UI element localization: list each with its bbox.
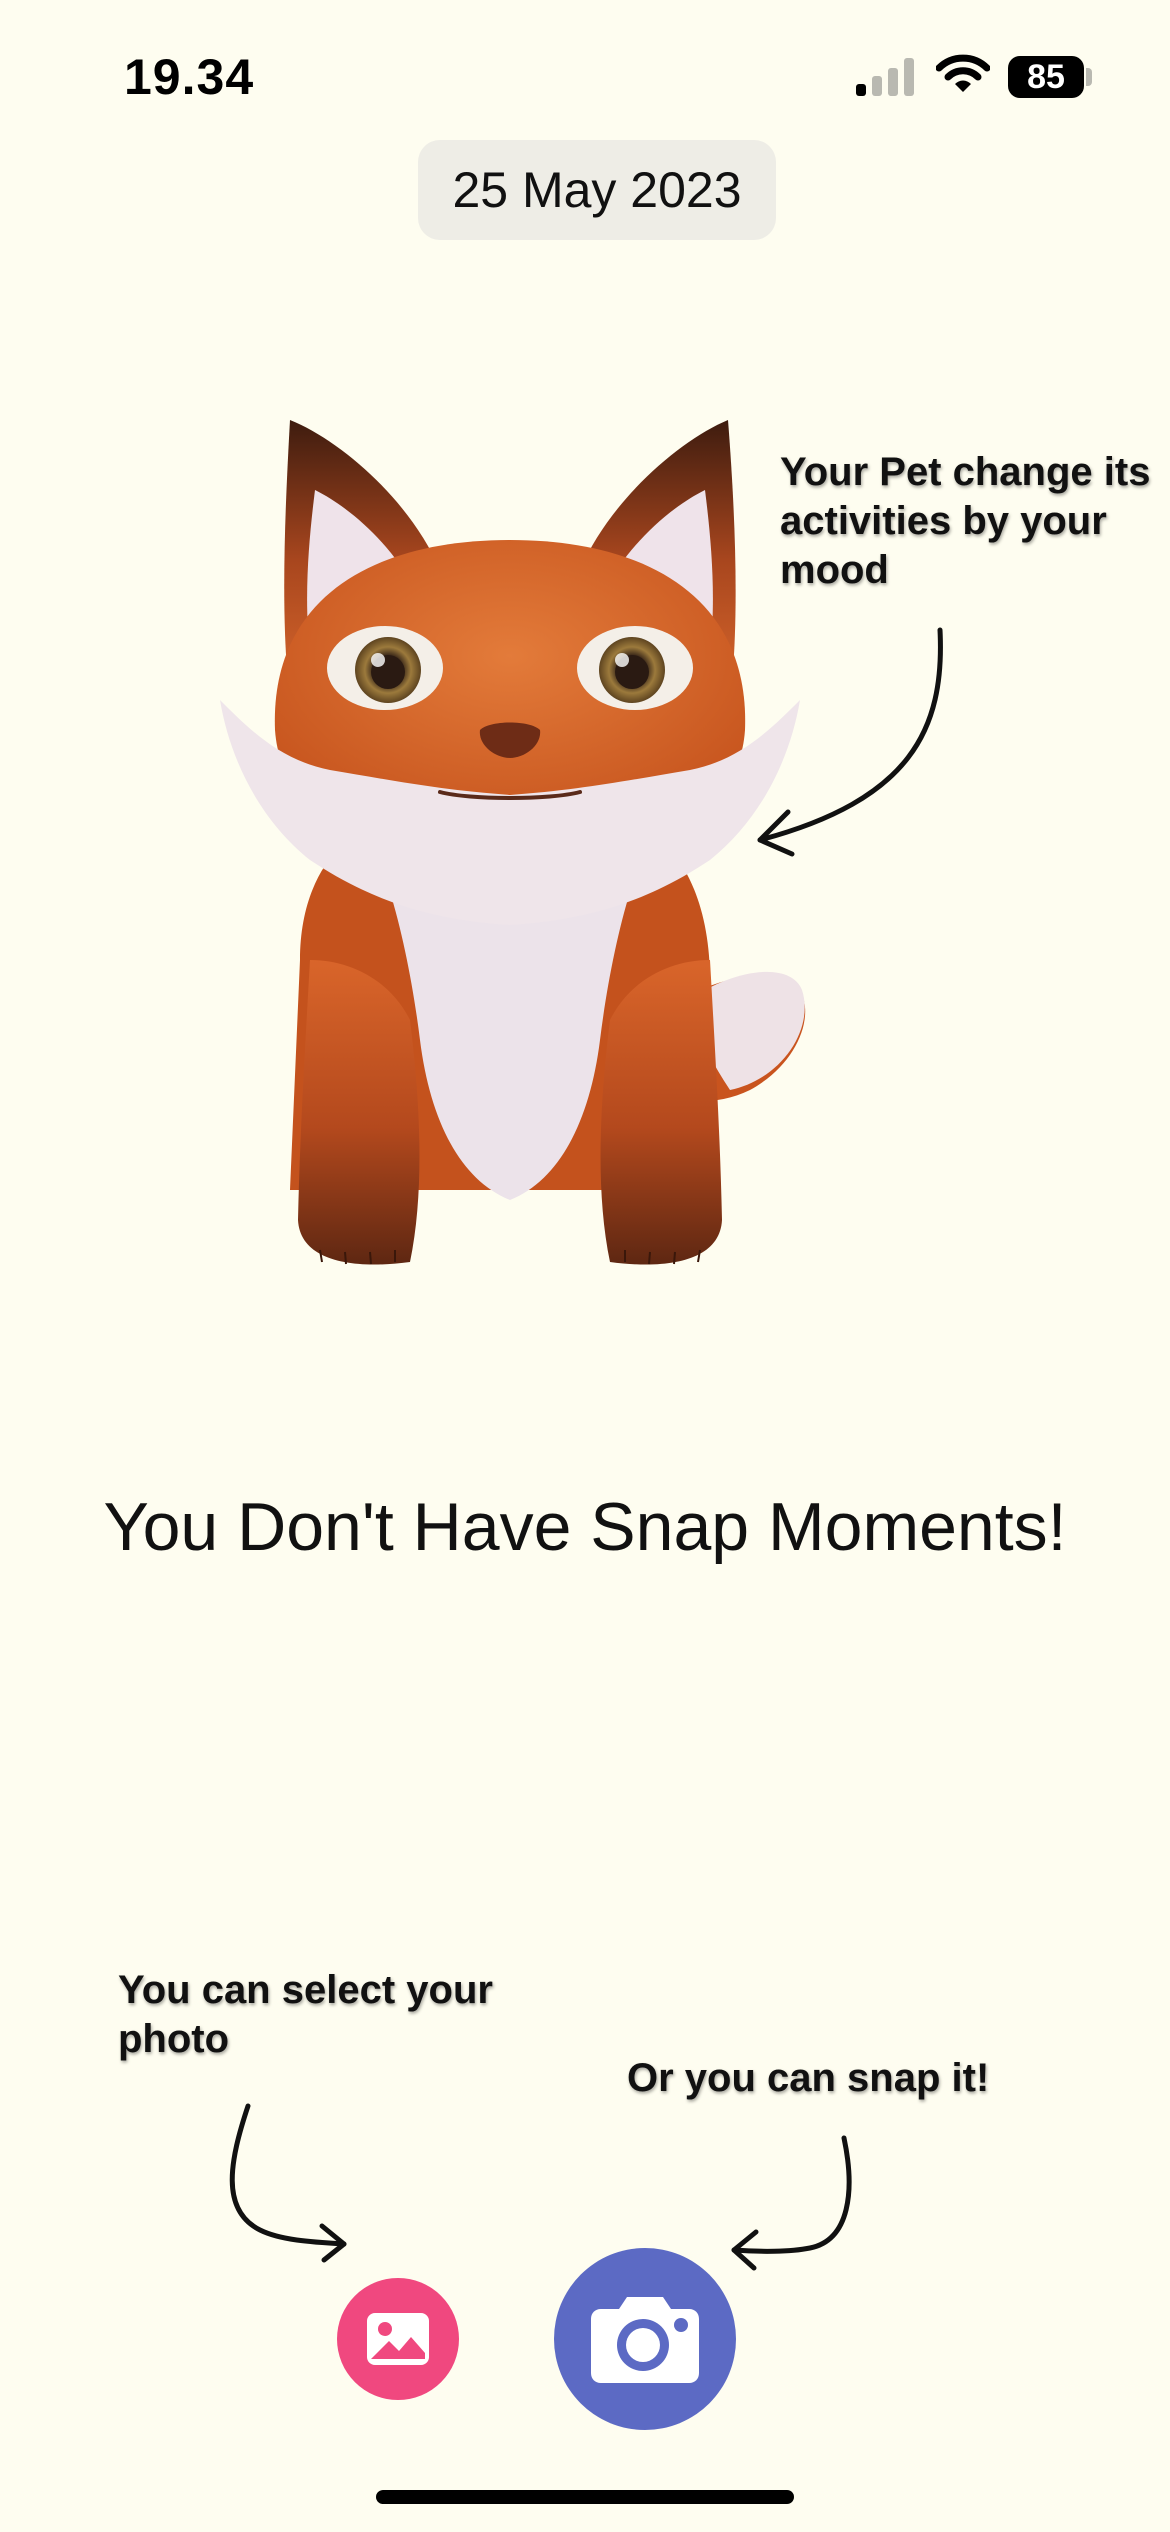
- select-photo-hint: You can select your photo: [118, 1968, 493, 2061]
- select-hint-arrow: [229, 2103, 347, 2263]
- image-icon: [367, 2313, 429, 2365]
- snap-photo-hint: Or you can snap it!: [627, 2056, 990, 2100]
- date-pill[interactable]: 25 May 2023: [418, 140, 776, 240]
- battery-indicator: 85: [1008, 56, 1084, 98]
- wifi-icon: [936, 54, 990, 92]
- battery-cap: [1086, 68, 1092, 86]
- pet-mood-hint: Your Pet change its activities by your m…: [780, 450, 1151, 592]
- empty-state-title: You Don't Have Snap Moments!: [103, 1489, 1067, 1565]
- cellular-signal-icon: [856, 58, 914, 96]
- camera-icon: [591, 2297, 699, 2383]
- select-photo-button[interactable]: [337, 2278, 459, 2400]
- fox-pet-illustration[interactable]: [190, 400, 830, 1300]
- snap-photo-button[interactable]: [554, 2248, 736, 2430]
- status-time: 19.34: [124, 49, 255, 105]
- pet-hint-arrow: [757, 627, 943, 857]
- home-indicator[interactable]: [376, 2490, 794, 2504]
- snap-hint-arrow: [731, 2135, 852, 2271]
